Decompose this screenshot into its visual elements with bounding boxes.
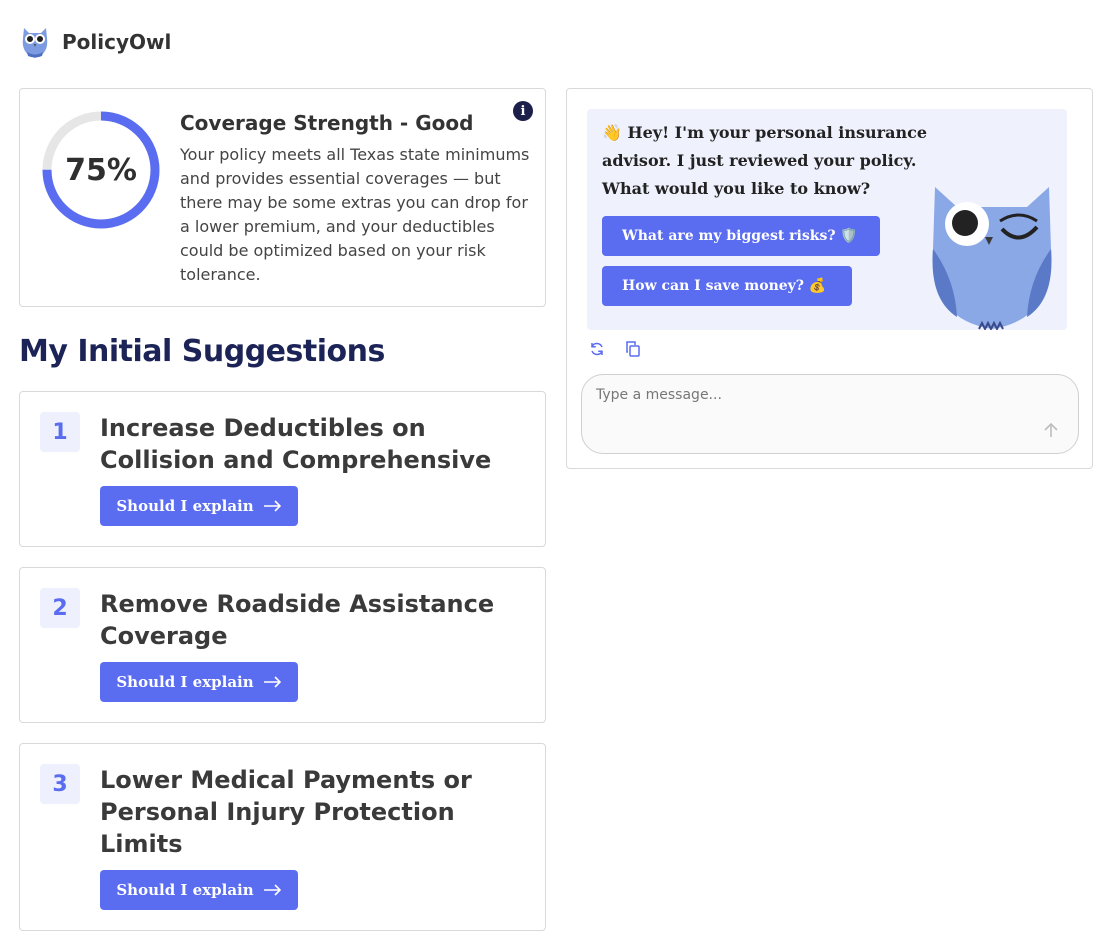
refresh-icon[interactable] (589, 341, 605, 357)
suggestion-title: Remove Roadside Assistance Coverage (100, 590, 495, 650)
copy-icon[interactable] (625, 341, 641, 357)
explain-button[interactable]: Should I explain (100, 486, 298, 526)
explain-button[interactable]: Should I explain (100, 870, 298, 910)
suggestion-number: 3 (40, 764, 80, 804)
quick-reply-save-money[interactable]: How can I save money? 💰 (602, 266, 852, 306)
suggestion-card: 1 Increase Deductibles on Collision and … (19, 391, 546, 547)
assistant-message: 👋 Hey! I'm your personal insurance advis… (587, 109, 1067, 330)
coverage-strength-card: 75% i Coverage Strength - Good Your poli… (19, 88, 546, 307)
info-icon[interactable]: i (513, 101, 533, 121)
arrow-right-icon (263, 676, 281, 688)
suggestions-heading: My Initial Suggestions (19, 334, 385, 369)
suggestion-card: 2 Remove Roadside Assistance Coverage Sh… (19, 567, 546, 723)
explain-button[interactable]: Should I explain (100, 662, 298, 702)
coverage-title: Coverage Strength - Good (180, 111, 474, 135)
suggestion-card: 3 Lower Medical Payments or Personal Inj… (19, 743, 546, 931)
suggestion-number: 1 (40, 412, 80, 452)
brand-name[interactable]: PolicyOwl (62, 30, 171, 54)
message-input[interactable] (596, 387, 1036, 403)
app-header: PolicyOwl (20, 24, 171, 60)
explain-button-label: Should I explain (116, 497, 254, 515)
chat-panel: 👋 Hey! I'm your personal insurance advis… (566, 88, 1093, 469)
arrow-right-icon (263, 884, 281, 896)
assistant-greeting: 👋 Hey! I'm your personal insurance advis… (602, 123, 927, 198)
suggestion-title: Increase Deductibles on Collision and Co… (100, 414, 492, 474)
winking-owl-icon (932, 187, 1052, 330)
message-toolbar (589, 341, 641, 357)
suggestion-number: 2 (40, 588, 80, 628)
explain-button-label: Should I explain (116, 881, 254, 899)
coverage-description: Your policy meets all Texas state minimu… (180, 145, 530, 284)
send-arrow-icon[interactable] (1042, 421, 1060, 439)
message-composer (581, 374, 1079, 454)
quick-reply-risks[interactable]: What are my biggest risks? 🛡️ (602, 216, 880, 256)
coverage-percent: 75% (65, 152, 137, 188)
suggestion-title: Lower Medical Payments or Personal Injur… (100, 766, 472, 858)
owl-logo-icon (22, 28, 48, 58)
explain-button-label: Should I explain (116, 673, 254, 691)
arrow-right-icon (263, 500, 281, 512)
